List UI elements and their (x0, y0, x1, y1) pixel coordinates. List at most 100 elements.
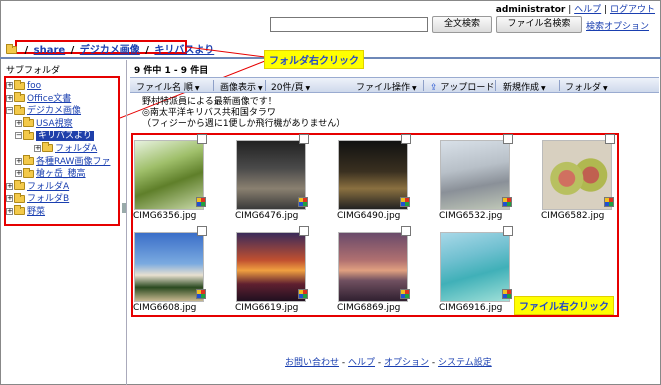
thumbnail-image[interactable] (236, 232, 306, 302)
expand-icon[interactable]: + (6, 207, 13, 215)
image-type-icon (196, 197, 206, 207)
expand-icon[interactable]: + (15, 157, 22, 165)
tree-item-raw[interactable]: + 各種RAW画像ファ (6, 155, 118, 169)
pane-separator (126, 60, 127, 385)
selected-folder[interactable]: キリバスより (36, 131, 94, 142)
tree-item-yarigatake[interactable]: + 槍ヶ岳_穂高 (6, 167, 118, 181)
folder-icon (14, 79, 25, 90)
thumbnail-image[interactable] (440, 140, 510, 210)
file-checkbox[interactable] (299, 226, 309, 236)
upload-button[interactable]: ⇪ アップロード (430, 80, 494, 93)
upload-icon: ⇪ (430, 83, 438, 93)
folder-icon (14, 180, 25, 191)
footer-help-link[interactable]: ヘルプ (348, 358, 375, 368)
callout-file-rightclick: ファイル右クリック (514, 296, 614, 315)
view-menu[interactable]: 画像表示 ▼ (220, 80, 263, 93)
thumbnail-image[interactable] (236, 140, 306, 210)
folder-icon (23, 117, 34, 128)
tree-item-kiribati[interactable]: − キリバスより (6, 129, 118, 143)
system-settings-link[interactable]: システム設定 (438, 358, 492, 368)
tree-item-yasai[interactable]: + 野菜 (6, 205, 118, 219)
filename-search-button[interactable]: ファイル名検索 (496, 16, 582, 33)
search-option-link[interactable]: 検索オプション (586, 19, 649, 32)
breadcrumb-digicame[interactable]: デジカメ画像 (80, 45, 140, 56)
tree-item-office[interactable]: + Office文書 (6, 92, 118, 106)
result-count: 9 件中 1 - 9 件目 (134, 66, 209, 76)
expand-icon[interactable]: + (6, 182, 13, 190)
per-page-menu[interactable]: 20件/頁 ▼ (271, 80, 310, 93)
thumbnail-image[interactable] (338, 232, 408, 302)
footer-links: お問い合わせ - ヘルプ - オプション - システム設定 (285, 358, 492, 368)
file-name[interactable]: CIMG6582.jpg (541, 211, 604, 221)
folder-icon (23, 155, 34, 166)
image-type-icon (196, 289, 206, 299)
logout-link[interactable]: ログアウト (610, 5, 655, 15)
file-ops-menu[interactable]: ファイル操作 ▼ (356, 80, 417, 93)
folder-icon (23, 167, 34, 178)
tree-item-folder-b[interactable]: + フォルダB (6, 192, 118, 206)
expand-icon[interactable]: + (6, 94, 13, 102)
image-type-icon (502, 289, 512, 299)
user-bar: administrator | ヘルプ | ログアウト (495, 5, 655, 15)
thumbnail-image[interactable] (134, 140, 204, 210)
image-type-icon (604, 197, 614, 207)
tree-item-foo[interactable]: + foo (6, 79, 118, 93)
callout-folder-rightclick: フォルダ右クリック (264, 50, 364, 69)
thumbnail-image[interactable] (542, 140, 612, 210)
file-checkbox[interactable] (503, 226, 513, 236)
file-name[interactable]: CIMG6356.jpg (133, 211, 196, 221)
expand-icon[interactable]: + (6, 82, 13, 89)
folder-icon (6, 44, 17, 54)
fulltext-search-button[interactable]: 全文検索 (432, 16, 492, 33)
file-name[interactable]: CIMG6476.jpg (235, 211, 298, 221)
option-link[interactable]: オプション (384, 358, 429, 368)
username: administrator (495, 5, 566, 15)
collapse-icon[interactable]: − (15, 132, 22, 140)
tree-item-folder-a-sub[interactable]: + フォルダA (6, 142, 118, 156)
contact-link[interactable]: お問い合わせ (285, 358, 339, 368)
collapse-icon[interactable]: − (6, 107, 13, 115)
file-name[interactable]: CIMG6916.jpg (439, 303, 502, 313)
file-name[interactable]: CIMG6532.jpg (439, 211, 502, 221)
folder-icon (14, 205, 25, 216)
file-name[interactable]: CIMG6619.jpg (235, 303, 298, 313)
file-name[interactable]: CIMG6490.jpg (337, 211, 400, 221)
thumbnail-image[interactable] (338, 140, 408, 210)
folder-menu[interactable]: フォルダ ▼ (565, 80, 608, 93)
file-name[interactable]: CIMG6608.jpg (133, 303, 196, 313)
sidebar-title: サブフォルダ (6, 66, 61, 76)
expand-icon[interactable]: + (6, 195, 13, 203)
file-checkbox[interactable] (197, 226, 207, 236)
file-checkbox[interactable] (503, 134, 513, 144)
file-checkbox[interactable] (299, 134, 309, 144)
file-checkbox[interactable] (401, 226, 411, 236)
thumbnail-image[interactable] (440, 232, 510, 302)
expand-icon[interactable]: + (15, 119, 22, 127)
tree-item-folder-a[interactable]: + フォルダA (6, 180, 118, 194)
breadcrumb-kiribati[interactable]: キリバスより (154, 45, 214, 56)
file-checkbox[interactable] (197, 134, 207, 144)
folder-icon (14, 192, 25, 203)
toolbar: ファイル名 順 ▼ 画像表示 ▼ 20件/頁 ▼ ファイル操作 ▼ ⇪ アップロード 新… (130, 77, 659, 93)
thumbnail-image[interactable] (134, 232, 204, 302)
image-type-icon (502, 197, 512, 207)
tree-item-digicame[interactable]: − デジカメ画像 (6, 104, 118, 118)
sort-menu[interactable]: ファイル名 順 ▼ (136, 80, 200, 93)
file-checkbox[interactable] (605, 134, 615, 144)
new-menu[interactable]: 新規作成 ▼ (503, 80, 546, 93)
expand-icon[interactable]: + (15, 170, 22, 178)
folder-tree: + foo + Office文書 − デジカメ画像 + USA視察 − キリバスより + フ… (6, 79, 118, 219)
folder-icon (42, 142, 53, 153)
expand-icon[interactable]: + (34, 144, 41, 152)
image-type-icon (400, 197, 410, 207)
breadcrumb: / share / デジカメ画像 / キリバスより (6, 41, 214, 56)
folder-description: 野村特派員による最新画像です！ ◎南太平洋キリバス共和国タラワ （フィジーから週… (142, 97, 346, 129)
folder-icon (14, 92, 25, 103)
breadcrumb-share[interactable]: share (34, 45, 66, 56)
file-name[interactable]: CIMG6869.jpg (337, 303, 400, 313)
image-type-icon (298, 289, 308, 299)
file-checkbox[interactable] (401, 134, 411, 144)
search-input[interactable] (270, 17, 428, 32)
tree-item-usa[interactable]: + USA視察 (6, 117, 118, 131)
help-link[interactable]: ヘルプ (574, 5, 601, 15)
